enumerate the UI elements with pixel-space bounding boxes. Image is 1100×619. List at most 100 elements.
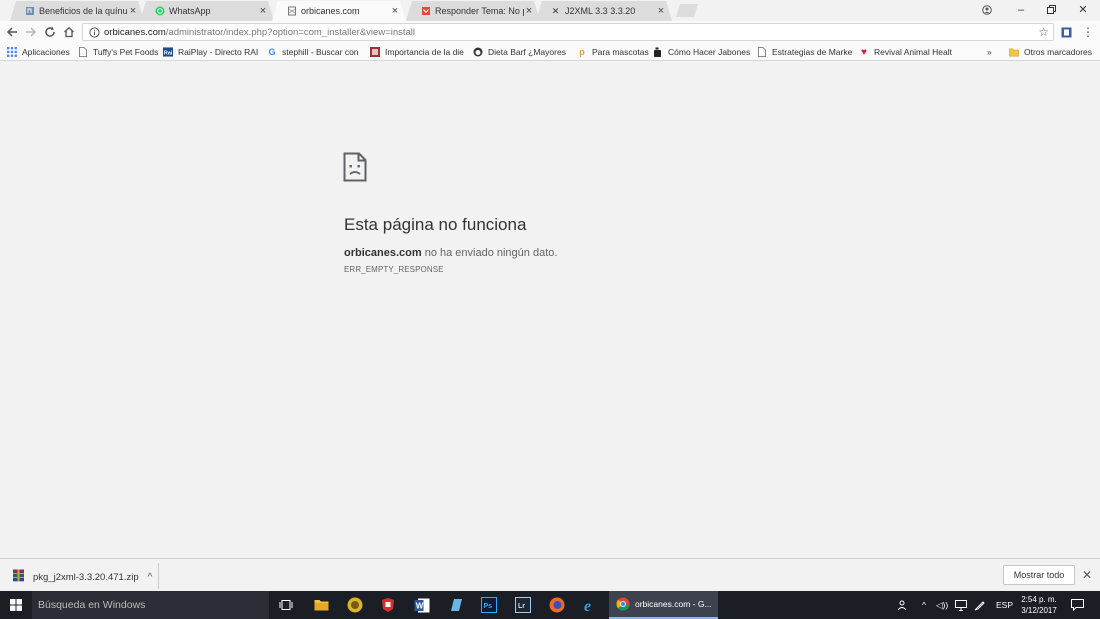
bookmark-label: Tuffy's Pet Foods bbox=[93, 47, 159, 57]
url-text: orbicanes.com/administrator/index.php?op… bbox=[104, 27, 415, 38]
tab-title: Beneficios de la quínua p bbox=[39, 6, 128, 16]
svg-text:Lr: Lr bbox=[518, 603, 525, 610]
bookmark-label: Dieta Barf ¿Mayores bbox=[488, 47, 566, 57]
rai-icon: Rai bbox=[163, 47, 173, 57]
tab-title: Responder Tema: No pue bbox=[435, 6, 524, 16]
chevron-up-icon[interactable]: ^ bbox=[148, 572, 153, 583]
windows-start-icon[interactable] bbox=[0, 591, 32, 619]
close-tab-icon[interactable]: × bbox=[258, 6, 268, 17]
tab-orbicanes[interactable]: orbicanes.com × bbox=[272, 1, 406, 21]
url-host: orbicanes.com bbox=[104, 26, 166, 38]
bookmark-tuffys[interactable]: Tuffy's Pet Foods bbox=[78, 45, 158, 59]
file-explorer-icon[interactable] bbox=[310, 595, 332, 615]
volume-icon[interactable]: ◁)) bbox=[936, 591, 948, 619]
notification-icon[interactable] bbox=[1071, 591, 1084, 619]
chevron-up-tray-icon[interactable]: ^ bbox=[922, 591, 926, 619]
photoshop-icon[interactable]: Ps bbox=[478, 595, 500, 615]
home-icon[interactable] bbox=[60, 23, 78, 41]
restore-button[interactable] bbox=[1036, 0, 1066, 19]
minimize-button[interactable]: – bbox=[1006, 0, 1036, 19]
download-filename: pkg_j2xml-3.3.20.471.zip bbox=[33, 571, 139, 583]
word-icon[interactable]: W bbox=[411, 595, 433, 615]
clock[interactable]: 2:54 p. m. 3/12/2017 bbox=[1018, 594, 1060, 616]
new-tab-button[interactable] bbox=[676, 4, 698, 17]
extension-icon[interactable] bbox=[1057, 23, 1075, 41]
internet-explorer-icon[interactable]: e bbox=[580, 595, 602, 615]
bookmark-importancia[interactable]: Importancia de la die bbox=[370, 45, 464, 59]
svg-text:W: W bbox=[416, 601, 424, 610]
broken-page-favicon-icon bbox=[286, 6, 297, 17]
bookmark-revival[interactable]: ♥ Revival Animal Healt bbox=[859, 45, 952, 59]
svg-text:e: e bbox=[584, 598, 591, 613]
show-all-button[interactable]: Mostrar todo bbox=[1003, 565, 1075, 585]
p-icon: p bbox=[579, 47, 585, 57]
pen-icon[interactable] bbox=[974, 591, 985, 619]
tab-beneficios[interactable]: Beneficios de la quínua p × bbox=[10, 1, 144, 21]
bookmark-label: Otros marcadores bbox=[1024, 47, 1093, 57]
close-tab-icon[interactable]: × bbox=[524, 6, 534, 17]
close-shelf-icon[interactable]: ✕ bbox=[1082, 568, 1092, 582]
tab-j2xml[interactable]: ✕ J2XML 3.3 3.3.20 × bbox=[536, 1, 672, 21]
task-view-icon[interactable] bbox=[275, 595, 297, 615]
overflow-chevron-icon: » bbox=[987, 47, 992, 57]
bookmark-label: Cómo Hacer Jabones bbox=[668, 47, 751, 57]
firefox-icon[interactable] bbox=[546, 595, 568, 615]
bookmark-label: Para mascotas bbox=[592, 47, 649, 57]
chrome-taskbar-item[interactable]: orbicanes.com - G... bbox=[609, 591, 718, 619]
bookmarks-overflow-chevron[interactable]: » bbox=[987, 45, 992, 59]
lightroom-icon[interactable]: Lr bbox=[512, 595, 534, 615]
bookmark-para-mascotas[interactable]: p Para mascotas bbox=[577, 45, 649, 59]
windows-taskbar: Búsqueda en Windows W Ps Lr e orbicanes.… bbox=[0, 591, 1100, 619]
download-item[interactable]: pkg_j2xml-3.3.20.471.zip ^ bbox=[8, 563, 159, 589]
close-window-button[interactable]: ✕ bbox=[1068, 0, 1098, 19]
error-message: orbicanes.com no ha enviado ningún dato. bbox=[344, 247, 557, 259]
address-bar[interactable]: orbicanes.com/administrator/index.php?op… bbox=[82, 23, 1054, 41]
windows-search-box[interactable]: Búsqueda en Windows bbox=[32, 591, 269, 619]
reload-icon[interactable] bbox=[41, 23, 59, 41]
bookmark-estrategias[interactable]: Estrategias de Marke bbox=[757, 45, 852, 59]
bookmark-otros-marcadores[interactable]: Otros marcadores bbox=[1009, 45, 1092, 59]
back-arrow-icon[interactable] bbox=[3, 23, 21, 41]
tab-title: J2XML 3.3 3.3.20 bbox=[565, 6, 636, 16]
download-shelf: pkg_j2xml-3.3.20.471.zip ^ Mostrar todo … bbox=[0, 558, 1100, 591]
app-blue-pen-icon[interactable] bbox=[445, 595, 467, 615]
chrome-icon bbox=[616, 597, 630, 611]
error-host: orbicanes.com bbox=[344, 247, 422, 259]
bookmark-raiplay[interactable]: Rai RaiPlay - Directo RAI bbox=[163, 45, 258, 59]
bookmark-stephill[interactable]: G stephill - Buscar con bbox=[267, 45, 359, 59]
info-icon[interactable] bbox=[87, 25, 101, 39]
bookmark-label: Estrategias de Marke bbox=[772, 47, 853, 57]
browser-toolbar: orbicanes.com/administrator/index.php?op… bbox=[0, 21, 1100, 43]
error-title: Esta página no funciona bbox=[344, 215, 527, 234]
tab-whatsapp[interactable]: WhatsApp × bbox=[140, 1, 274, 21]
close-tab-icon[interactable]: × bbox=[656, 6, 666, 17]
bookmark-label: RaiPlay - Directo RAI bbox=[178, 47, 259, 57]
screen: Beneficios de la quínua p × WhatsApp × o… bbox=[0, 0, 1100, 619]
profile-icon[interactable] bbox=[972, 0, 1002, 19]
people-icon[interactable] bbox=[897, 591, 909, 619]
bookmark-aplicaciones[interactable]: Aplicaciones bbox=[7, 45, 70, 59]
error-code: ERR_EMPTY_RESPONSE bbox=[344, 265, 444, 274]
error-page: Esta página no funciona orbicanes.com no… bbox=[0, 62, 1100, 558]
menu-kebab-icon[interactable]: ⋮ bbox=[1079, 23, 1097, 41]
bookmark-dieta-barf[interactable]: Dieta Barf ¿Mayores bbox=[473, 45, 566, 59]
bookmarks-bar: Aplicaciones Tuffy's Pet Foods Rai RaiPl… bbox=[0, 43, 1100, 61]
forward-arrow-icon[interactable] bbox=[22, 23, 40, 41]
network-icon[interactable] bbox=[955, 591, 967, 619]
tab-title: orbicanes.com bbox=[301, 6, 360, 16]
clock-time: 2:54 p. m. bbox=[1021, 595, 1057, 604]
bookmark-label: stephill - Buscar con bbox=[282, 47, 359, 57]
error-message-text: no ha enviado ningún dato. bbox=[421, 247, 558, 259]
tab-responder[interactable]: Responder Tema: No pue × bbox=[406, 1, 540, 21]
language-indicator[interactable]: ESP bbox=[996, 591, 1013, 619]
bookmark-star-icon[interactable]: ☆ bbox=[1038, 25, 1049, 39]
dog-favicon-icon bbox=[24, 6, 35, 17]
app-red-icon[interactable] bbox=[377, 595, 399, 615]
bookmark-jabones[interactable]: Cómo Hacer Jabones bbox=[653, 45, 750, 59]
close-tab-icon[interactable]: × bbox=[128, 6, 138, 17]
url-path: /administrator/index.php?option=com_inst… bbox=[165, 26, 416, 38]
app-yellow-icon[interactable] bbox=[344, 595, 366, 615]
close-tab-icon[interactable]: × bbox=[390, 6, 400, 17]
folder-icon bbox=[1009, 47, 1019, 57]
page-icon bbox=[757, 47, 767, 57]
